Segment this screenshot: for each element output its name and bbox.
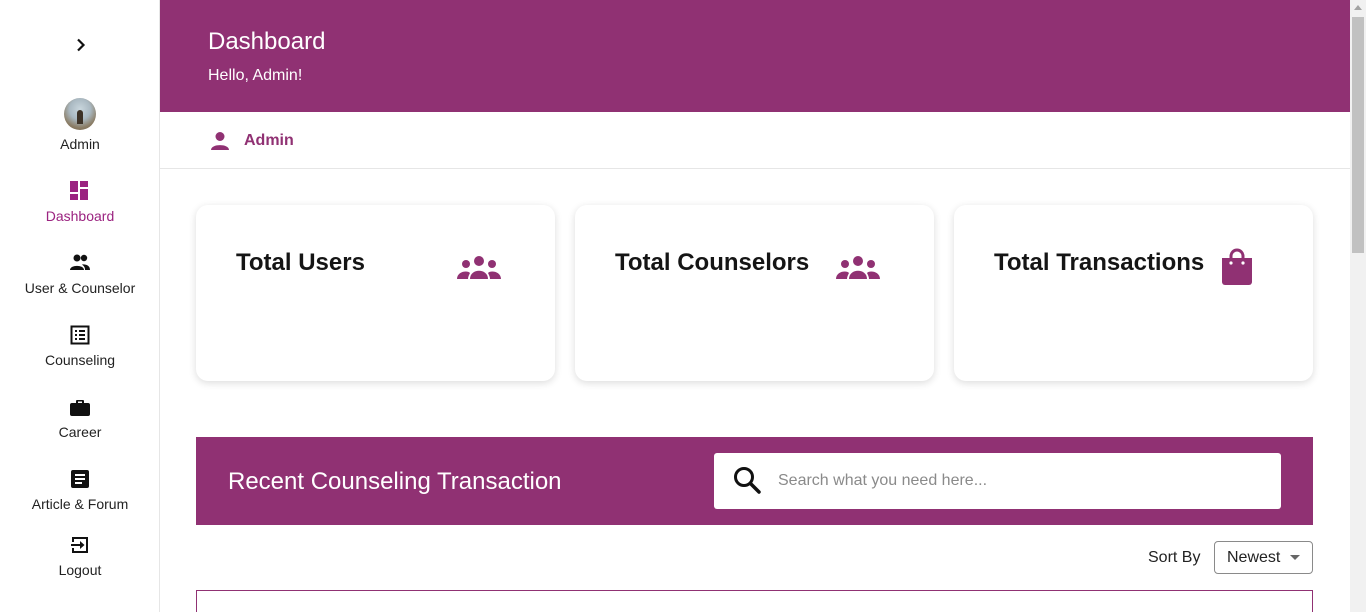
sidebar-item-counseling[interactable]: Counseling	[0, 324, 160, 368]
article-icon	[71, 470, 89, 488]
sidebar-item-user-counselor[interactable]: User & Counselor	[0, 252, 160, 296]
transactions-header: Recent Counseling Transaction	[196, 437, 1313, 525]
sidebar-item-logout[interactable]: Logout	[0, 534, 160, 578]
card-title: Total Users	[236, 249, 365, 276]
card-title: Total Transactions	[994, 249, 1205, 276]
sidebar-item-label: Admin	[60, 136, 100, 152]
user-bar: Admin	[160, 112, 1350, 169]
scrollbar-thumb[interactable]	[1352, 17, 1364, 253]
sort-by-label: Sort By	[1148, 549, 1201, 566]
stat-card-total-users: Total Users	[196, 205, 555, 381]
sidebar-item-label: Counseling	[44, 352, 116, 368]
card-title: Total Counselors	[615, 249, 810, 276]
sort-select[interactable]: Newest	[1214, 541, 1313, 574]
sidebar-item-label: Dashboard	[45, 208, 115, 224]
search-icon	[734, 467, 761, 494]
sidebar-item-career[interactable]: Career	[0, 396, 160, 440]
search-input[interactable]	[778, 469, 1258, 493]
chevron-right-icon	[77, 38, 86, 52]
sidebar-item-label: Logout	[58, 562, 102, 578]
search-box	[714, 453, 1281, 509]
page-header: Dashboard Hello, Admin!	[160, 0, 1350, 112]
stat-card-total-transactions: Total Transactions	[954, 205, 1313, 381]
sidebar-toggle-button[interactable]	[70, 34, 92, 56]
section-title: Recent Counseling Transaction	[228, 468, 562, 495]
greeting-text: Hello, Admin!	[208, 67, 303, 84]
sidebar-item-admin[interactable]: Admin	[0, 98, 160, 152]
logout-icon	[71, 537, 88, 553]
shopping-bag-icon	[1222, 248, 1252, 285]
sidebar-item-label: Career	[58, 424, 102, 440]
dashboard-icon	[70, 181, 88, 200]
users-group-icon	[457, 256, 501, 279]
people-icon	[70, 254, 90, 270]
avatar	[64, 98, 96, 130]
caret-down-icon	[1290, 555, 1300, 560]
sidebar: Admin Dashboard User & Counselor Counsel…	[0, 0, 160, 612]
sidebar-item-article-forum[interactable]: Article & Forum	[0, 468, 160, 512]
page-scrollbar[interactable]	[1350, 0, 1366, 612]
stat-card-total-counselors: Total Counselors	[575, 205, 934, 381]
sidebar-item-dashboard[interactable]: Dashboard	[0, 180, 160, 224]
briefcase-icon	[70, 400, 90, 416]
person-icon	[211, 132, 229, 150]
users-group-icon	[836, 256, 880, 279]
page-title: Dashboard	[208, 28, 326, 55]
sidebar-item-label: User & Counselor	[24, 280, 136, 296]
sort-select-value: Newest	[1227, 549, 1281, 566]
scroll-up-arrow-icon[interactable]	[1354, 5, 1362, 10]
list-icon	[70, 325, 90, 345]
sidebar-item-label: Article & Forum	[31, 496, 129, 512]
user-name[interactable]: Admin	[244, 132, 294, 150]
transactions-table	[196, 590, 1313, 612]
